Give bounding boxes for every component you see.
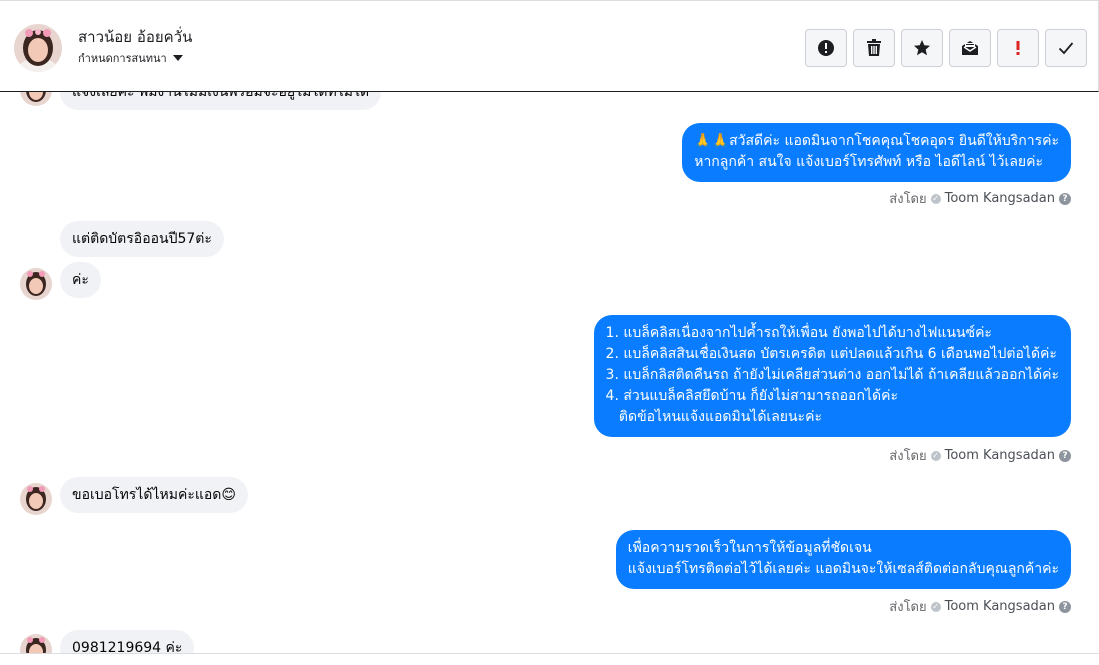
message-text: แต่ติดบัตรอิออนปี57ต่ะ: [72, 231, 212, 247]
page-check-icon: ✓: [930, 601, 941, 612]
message-thread[interactable]: แจ้งเลยค่ะ พี่มีงานไม่มีเงินพร้อมจะอยู่ไ…: [0, 92, 1099, 653]
incoming-message[interactable]: 0981219694 ค่ะ: [60, 630, 195, 653]
incoming-message[interactable]: ขอเบอโทรได้ไหมค่ะแอด😊: [60, 477, 248, 513]
outgoing-message[interactable]: 🙏🙏สวัสดีค่ะ แอดมินจากโชคคุณโชคอุดร ยินดี…: [682, 123, 1071, 182]
sent-by-label: ส่งโดย ✓ Toom Kangsadan ?: [889, 188, 1071, 209]
sender-name[interactable]: Toom Kangsadan: [945, 191, 1055, 206]
sender-name[interactable]: Toom Kangsadan: [945, 599, 1055, 614]
help-icon[interactable]: ?: [1059, 600, 1071, 613]
message-text: 0981219694 ค่ะ: [72, 640, 183, 653]
header-actions: [805, 29, 1087, 67]
incoming-message[interactable]: แต่ติดบัตรอิออนปี57ต่ะ: [60, 221, 224, 257]
sender-name[interactable]: Toom Kangsadan: [945, 448, 1055, 463]
check-icon: [1058, 42, 1074, 55]
spam-report-button[interactable]: [805, 29, 847, 67]
conversation-label-dropdown[interactable]: กำหนดการสนทนา: [78, 49, 183, 67]
mark-done-button[interactable]: [1045, 29, 1087, 67]
page-check-icon: ✓: [930, 450, 941, 461]
caret-down-icon: [172, 55, 183, 61]
contact-avatar[interactable]: [14, 24, 62, 72]
exclamation-icon: [1016, 41, 1020, 55]
contact-avatar-small: [20, 92, 52, 106]
message-line: เพื่อความรวดเร็วในการให้ข้อมูลที่ชัดเจน: [627, 540, 872, 556]
page-check-icon: ✓: [930, 193, 941, 204]
message-line: 2. แบล็คลิสสินเชื่อเงินสด บัตรเครดิต แต่…: [605, 346, 1057, 362]
help-icon[interactable]: ?: [1059, 192, 1071, 205]
contact-avatar-small: [20, 483, 52, 515]
incoming-message[interactable]: แจ้งเลยค่ะ พี่มีงานไม่มีเงินพร้อมจะอยู่ไ…: [60, 92, 382, 110]
message-text: ค่ะ: [72, 272, 89, 288]
contact-avatar-small: [20, 634, 52, 653]
message-line: หากลูกค้า สนใจ แจ้งเบอร์โทรศัพท์ หรือ ไอ…: [694, 154, 1043, 170]
outgoing-message[interactable]: 1. แบล็คลิสเนื่องจากไปค้ำรถให้เพื่อน ยัง…: [593, 315, 1071, 437]
message-line: แจ้งเบอร์โทรติดต่อไว้ได้เลยค่ะ แอดมินจะใ…: [627, 561, 1059, 577]
message-line: ติดข้อไหนแจ้งแอดมินได้เลยนะค่ะ: [605, 409, 822, 425]
message-text: แจ้งเลยค่ะ พี่มีงานไม่มีเงินพร้อมจะอยู่ไ…: [72, 92, 370, 100]
outgoing-message[interactable]: เพื่อความรวดเร็วในการให้ข้อมูลที่ชัดเจน …: [615, 530, 1071, 589]
conversation-label-text: กำหนดการสนทนา: [78, 52, 167, 65]
delete-button[interactable]: [853, 29, 895, 67]
star-icon: [914, 40, 930, 56]
message-line: 4. ส่วนแบล็คลิสยึดบ้าน ก็ยังไม่สามารถออก…: [605, 388, 898, 404]
sent-by-label: ส่งโดย ✓ Toom Kangsadan ?: [889, 596, 1071, 617]
message-text: ขอเบอโทรได้ไหมค่ะแอด😊: [72, 487, 236, 503]
sent-by-prefix: ส่งโดย: [889, 600, 927, 615]
message-line: 1. แบล็คลิสเนื่องจากไปค้ำรถให้เพื่อน ยัง…: [605, 325, 992, 341]
message-line: 🙏🙏สวัสดีค่ะ แอดมินจากโชคคุณโชคอุดร ยินดี…: [694, 133, 1059, 149]
star-button[interactable]: [901, 29, 943, 67]
trash-icon: [867, 39, 881, 56]
conversation-header: สาวน้อย อ้อยควั่น กำหนดการสนทนา: [0, 0, 1099, 92]
follow-up-button[interactable]: [997, 29, 1039, 67]
sent-by-label: ส่งโดย ✓ Toom Kangsadan ?: [889, 445, 1071, 466]
envelope-icon: [962, 41, 978, 55]
mark-unread-button[interactable]: [949, 29, 991, 67]
sent-by-prefix: ส่งโดย: [889, 192, 927, 207]
message-line: 3. แบล็กลิสติดคืนรถ ถ้ายังไม่เคลียส่วนต่…: [605, 367, 1059, 383]
incoming-message[interactable]: ค่ะ: [60, 262, 101, 298]
contact-name: สาวน้อย อ้อยควั่น: [78, 28, 193, 46]
alert-circle-icon: [818, 40, 834, 56]
contact-avatar-small: [20, 268, 52, 300]
composer-edge: [0, 653, 1099, 665]
help-icon[interactable]: ?: [1059, 449, 1071, 462]
sent-by-prefix: ส่งโดย: [889, 449, 927, 464]
